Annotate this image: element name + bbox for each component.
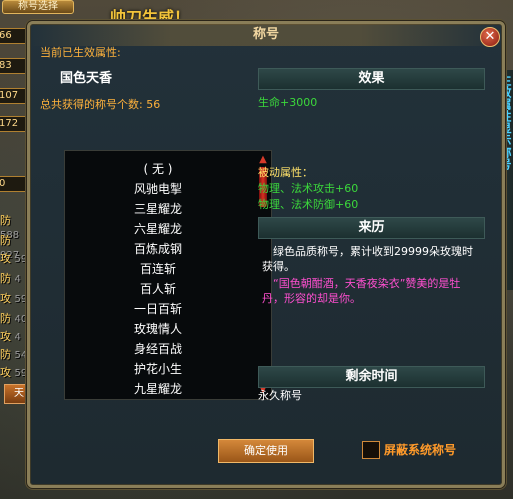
list-item[interactable]: 玫瑰情人 [65, 319, 251, 339]
passive-label: 被动属性： [258, 166, 313, 179]
current-title: 国色天香 [60, 71, 113, 86]
stat-box: 172 [0, 116, 30, 132]
main-attribute: 生命+3000 [258, 96, 318, 109]
list-item[interactable]: 百炼成钢 [65, 239, 251, 259]
list-item[interactable]: 百连斩 [65, 259, 251, 279]
title-list[interactable]: ( 无 ) 风驰电掣 三星耀龙 六星耀龙 百炼成钢 百连斩 百人斩 一日百斩 玫… [64, 150, 272, 400]
stat-box: 66 [0, 28, 30, 44]
remaining-header: 剩余时间 [258, 366, 485, 388]
list-item[interactable]: ( 无 ) [65, 159, 251, 179]
list-item[interactable]: 九星耀龙 [65, 379, 251, 399]
stat-box: 83 [0, 58, 30, 74]
source-quote: “国色朝酣酒，天香夜染衣”赞美的是牡丹，形容的却是你。 [262, 277, 461, 305]
list-item[interactable]: 百人斩 [65, 279, 251, 299]
passive-attr: 物理、法术防御+60 [258, 198, 359, 211]
list-item[interactable]: 三星耀龙 [65, 199, 251, 219]
list-item[interactable]: 身经百战 [65, 339, 251, 359]
current-attr-label: 当前已生效属性: [40, 46, 121, 59]
hide-system-checkbox[interactable] [362, 441, 380, 459]
confirm-use-button[interactable]: 确定使用 [218, 439, 314, 463]
title-select-button[interactable]: 称号选择 [2, 0, 74, 14]
title-list-items: ( 无 ) 风驰电掣 三星耀龙 六星耀龙 百炼成钢 百连斩 百人斩 一日百斩 玫… [65, 159, 251, 399]
stat-box: 107 [0, 88, 30, 104]
source-body: 绿色品质称号，累计收到29999朵玫瑰时获得。 “国色朝酣酒，天香夜染衣”赞美的… [258, 244, 483, 306]
dialog-title: 称号 [30, 24, 502, 46]
source-header: 来历 [258, 217, 485, 239]
source-description: 绿色品质称号，累计收到29999朵玫瑰时获得。 [262, 245, 473, 273]
title-dialog: 称号 ✕ 当前已生效属性: 国色天香 总共获得的称号个数: 56 ( 无 ) 风… [27, 21, 505, 488]
stat-box: 0 [0, 176, 30, 192]
title-count: 总共获得的称号个数: 56 [40, 98, 161, 111]
effect-header: 效果 [258, 68, 485, 90]
list-item[interactable]: 风驰电掣 [65, 179, 251, 199]
remaining-value: 永久称号 [258, 389, 302, 402]
close-button[interactable]: ✕ [480, 27, 500, 47]
hide-system-label: 屏蔽系统称号 [384, 443, 457, 457]
list-item[interactable]: 护花小生 [65, 359, 251, 379]
effect-body: 生命+3000 被动属性： 物理、法术攻击+60 物理、法术防御+60 [258, 94, 483, 212]
list-item[interactable]: 一日百斩 [65, 299, 251, 319]
passive-attr: 物理、法术攻击+60 [258, 182, 359, 195]
list-item[interactable]: 六星耀龙 [65, 219, 251, 239]
remaining-body: 永久称号 [258, 388, 483, 403]
